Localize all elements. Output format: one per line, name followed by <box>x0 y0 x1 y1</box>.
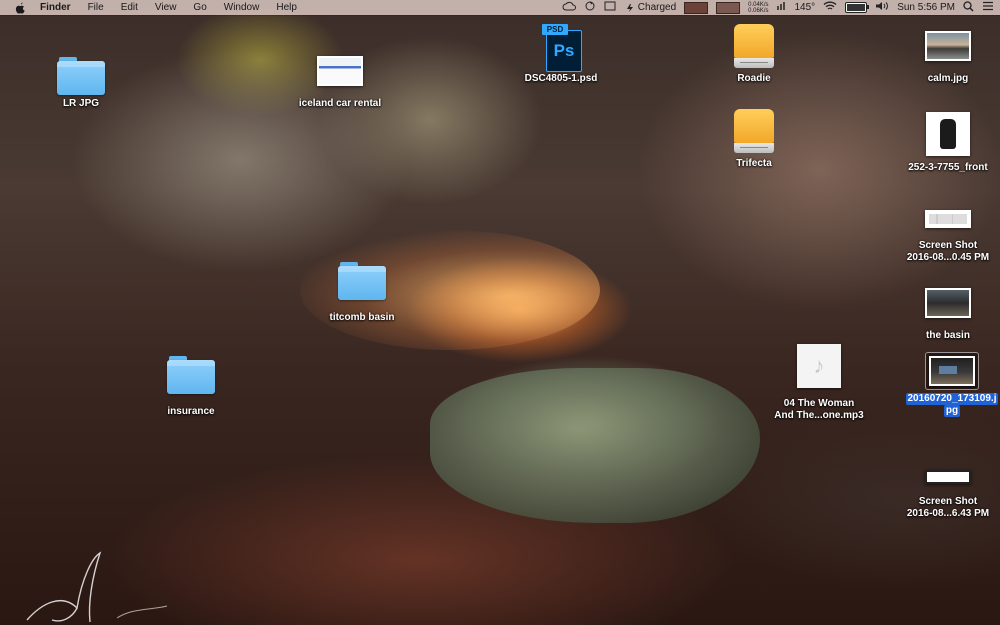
label-line-2: 2016-08...6.43 PM <box>906 508 990 519</box>
folder-icon <box>167 356 215 394</box>
image-thumbnail-icon <box>925 288 971 318</box>
notification-center-icon[interactable] <box>982 1 994 14</box>
screenshot-thumbnail-icon <box>925 470 971 484</box>
label-line-2: 2016-08...0.45 PM <box>906 252 990 263</box>
desktop-item-titcomb-basin[interactable]: titcomb basin <box>307 262 417 324</box>
sync-icon[interactable] <box>584 1 596 14</box>
temperature-readout[interactable]: 145° <box>795 2 816 13</box>
label-line-2: pg <box>943 405 961 417</box>
desktop-item-roadie-drive[interactable]: Roadie <box>699 24 809 85</box>
desktop-item-label: Screen Shot 2016-08...0.45 PM <box>907 240 989 264</box>
creative-cloud-icon[interactable] <box>562 1 576 14</box>
external-drive-icon <box>734 24 774 70</box>
status-area: Charged 0.04K/s 0.06K/s 145° Sun 5:56 PM <box>562 0 1000 15</box>
label-line-1: 20160720_173109.j <box>905 393 999 405</box>
screenshot-thumbnail-icon <box>925 210 971 228</box>
image-thumbnail-icon <box>929 356 975 386</box>
net-down: 0.06K/s <box>748 7 769 14</box>
memory-graph[interactable] <box>716 1 741 14</box>
desktop-item-label: LR JPG <box>62 98 100 109</box>
selection-highlight <box>925 352 979 390</box>
menu-go[interactable]: Go <box>193 2 206 13</box>
desktop-item-label-selected: 20160720_173109.j pg <box>905 393 999 417</box>
menu-help[interactable]: Help <box>276 2 297 13</box>
image-thumbnail-icon <box>926 112 970 156</box>
desktop-item-lr-jpg[interactable]: LR JPG <box>26 57 136 110</box>
network-speed[interactable]: 0.04K/s 0.06K/s <box>748 2 768 14</box>
desktop-item-front-image[interactable]: 252-3-7755_front <box>893 112 1000 174</box>
desktop-item-calm-jpg[interactable]: calm.jpg <box>893 31 1000 85</box>
desktop-item-label: iceland car rental <box>298 98 382 109</box>
wallpaper-pool <box>430 368 760 523</box>
music-note-icon: ♪ <box>797 344 841 388</box>
desktop-item-selected-image[interactable]: 20160720_173109.j pg <box>897 352 1000 417</box>
desktop-item-screenshot-2[interactable]: Screen Shot 2016-08...6.43 PM <box>893 470 1000 520</box>
label-line-2: And The...one.mp3 <box>774 410 864 421</box>
wifi-icon[interactable] <box>823 1 837 14</box>
desktop-item-label: titcomb basin <box>329 312 395 323</box>
menu-file[interactable]: File <box>88 2 104 13</box>
desktop-item-label: insurance <box>167 406 215 417</box>
photoshop-document-icon: Ps PSD <box>542 24 582 72</box>
desktop-item-label: Screen Shot 2016-08...6.43 PM <box>907 496 989 520</box>
menubar-clock[interactable]: Sun 5:56 PM <box>897 2 955 13</box>
desktop-item-label: calm.jpg <box>927 73 969 84</box>
desktop-wallpaper <box>0 0 1000 625</box>
photoshop-glyph: Ps <box>546 30 582 72</box>
apple-menu-icon[interactable] <box>14 2 26 14</box>
desktop-item-label: 252-3-7755_front <box>908 162 988 173</box>
battery-level-icon[interactable] <box>845 2 870 13</box>
desktop-item-screenshot-1[interactable]: Screen Shot 2016-08...0.45 PM <box>893 210 1000 264</box>
desktop-item-trifecta-drive[interactable]: Trifecta <box>699 109 809 170</box>
menu-finder[interactable]: Finder <box>40 2 71 13</box>
spotlight-search-icon[interactable] <box>963 0 974 15</box>
network-monitor-icon[interactable] <box>776 1 787 14</box>
desktop-item-the-basin[interactable]: the basin <box>893 288 1000 342</box>
external-drive-icon <box>734 109 774 155</box>
desktop-item-iceland-car-rental[interactable]: iceland car rental <box>285 56 395 110</box>
label-line-1: Screen Shot <box>918 496 978 507</box>
menu-view[interactable]: View <box>155 2 177 13</box>
desktop-item-label: Trifecta <box>736 158 772 169</box>
mirror-icon[interactable] <box>604 1 616 14</box>
battery-status: Charged <box>637 2 677 13</box>
folder-icon <box>57 57 105 95</box>
signature-watermark <box>26 551 168 623</box>
desktop-item-insurance[interactable]: insurance <box>136 356 246 418</box>
image-thumbnail-icon <box>317 56 363 86</box>
desktop-item-mp3-file[interactable]: ♪ 04 The Woman And The...one.mp3 <box>764 344 874 422</box>
cpu-graph[interactable] <box>684 1 709 14</box>
desktop-item-label: Roadie <box>737 73 771 84</box>
desktop-item-psd-file[interactable]: Ps PSD DSC4805-1.psd <box>506 24 616 85</box>
label-line-1: 04 The Woman <box>783 398 855 409</box>
label-line-1: Screen Shot <box>918 240 978 251</box>
desktop-item-label: the basin <box>926 330 970 341</box>
folder-icon <box>338 262 386 300</box>
menu-edit[interactable]: Edit <box>121 2 138 13</box>
image-thumbnail-icon <box>925 31 971 61</box>
menu-bar: Finder File Edit View Go Window Help Cha… <box>0 0 1000 15</box>
desktop-item-label: 04 The Woman And The...one.mp3 <box>774 398 863 422</box>
battery-icon[interactable]: Charged <box>624 2 676 13</box>
menu-window[interactable]: Window <box>224 2 260 13</box>
volume-icon[interactable] <box>875 1 889 14</box>
psd-badge: PSD <box>542 24 568 35</box>
desktop-item-label: DSC4805-1.psd <box>524 73 598 84</box>
